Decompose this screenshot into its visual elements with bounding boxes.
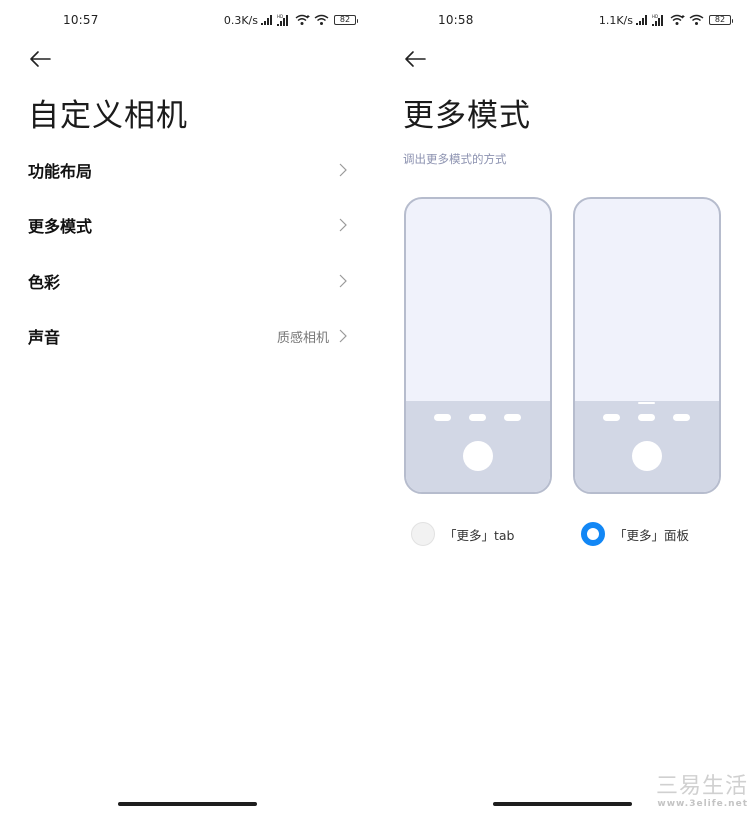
status-icons: 1.1K/s HD 82	[598, 12, 733, 28]
list-item-label: 功能布局	[28, 161, 93, 181]
watermark-text: 三易生活	[655, 774, 748, 799]
more-modes-screen: 10:58 1.1K/s HD 82 更多模式 调出更多模式的方式 「更多」ta…	[375, 0, 750, 813]
radio-unchecked[interactable]	[411, 522, 435, 546]
chevron-right-icon	[339, 163, 347, 177]
status-bar: 10:58 1.1K/s HD 82	[375, 0, 750, 40]
watermark: 三易生活 www.3elife.net	[638, 774, 748, 810]
wifi-plus-icon	[295, 14, 310, 25]
back-button[interactable]	[403, 48, 429, 70]
home-indicator[interactable]	[493, 802, 632, 806]
hd-signal-bars-icon: HD	[277, 14, 288, 26]
network-speed: 1.1K/s	[598, 13, 633, 27]
list-item-sound[interactable]: 声音 质感相机	[0, 309, 375, 365]
page-title: 自定义相机	[28, 98, 188, 134]
list-item-color[interactable]: 色彩	[0, 253, 375, 309]
wifi-icon	[689, 14, 704, 25]
chevron-right-icon	[339, 218, 347, 232]
list-item-label: 色彩	[28, 272, 61, 292]
status-time: 10:57	[63, 13, 99, 27]
settings-list: 功能布局 更多模式 色彩 声音 质感相机	[0, 142, 375, 364]
status-bar: 10:57 0.3K/s HD 82	[0, 0, 375, 40]
camera-controls-area	[575, 401, 719, 492]
panel-handle	[638, 402, 655, 404]
list-item-label: 更多模式	[28, 217, 93, 237]
chevron-right-icon	[339, 274, 347, 288]
hd-signal-bars-icon: HD	[652, 14, 663, 26]
list-item-value: 质感相机	[276, 330, 329, 346]
wifi-plus-icon	[670, 14, 685, 25]
page-title: 更多模式	[403, 98, 531, 134]
mode-pill	[434, 414, 451, 421]
mode-pill	[638, 414, 655, 421]
more-panel-preview[interactable]	[573, 197, 721, 494]
mode-pill	[469, 414, 486, 421]
svg-text:HD: HD	[277, 14, 283, 19]
list-item-label: 声音	[28, 328, 61, 348]
battery-icon: 82	[334, 15, 358, 25]
option-more-tab[interactable]: 「更多」tab	[411, 521, 515, 547]
shutter-button-illustration	[632, 441, 662, 471]
back-button[interactable]	[28, 48, 54, 70]
status-icons: 0.3K/s HD 82	[223, 12, 358, 28]
option-more-panel[interactable]: 「更多」面板	[581, 521, 689, 547]
option-label: 「更多」面板	[614, 527, 690, 543]
option-label: 「更多」tab	[444, 527, 515, 543]
list-item-more-modes[interactable]: 更多模式	[0, 198, 375, 254]
camera-controls-area	[406, 401, 550, 492]
list-item-function-layout[interactable]: 功能布局	[0, 142, 375, 198]
signal-bars-icon	[261, 15, 272, 25]
arrow-left-icon	[405, 51, 426, 67]
network-speed: 0.3K/s	[223, 13, 258, 27]
signal-bars-icon	[636, 15, 647, 25]
more-tab-preview[interactable]	[404, 197, 552, 494]
wifi-icon	[314, 14, 329, 25]
section-subtitle: 调出更多模式的方式	[403, 152, 507, 166]
home-indicator[interactable]	[118, 802, 257, 806]
svg-text:HD: HD	[652, 14, 658, 19]
shutter-button-illustration	[463, 441, 493, 471]
mode-pill	[673, 414, 690, 421]
chevron-right-icon	[339, 329, 347, 343]
radio-checked[interactable]	[581, 522, 605, 546]
mode-pill	[603, 414, 620, 421]
status-time: 10:58	[438, 13, 474, 27]
mode-pill	[504, 414, 521, 421]
custom-camera-screen: 10:57 0.3K/s HD 82 自定义相机 功能布局 更多模式 色彩 声音…	[0, 0, 375, 813]
watermark-url: www.3elife.net	[657, 799, 748, 809]
arrow-left-icon	[30, 51, 51, 67]
battery-icon: 82	[709, 15, 733, 25]
